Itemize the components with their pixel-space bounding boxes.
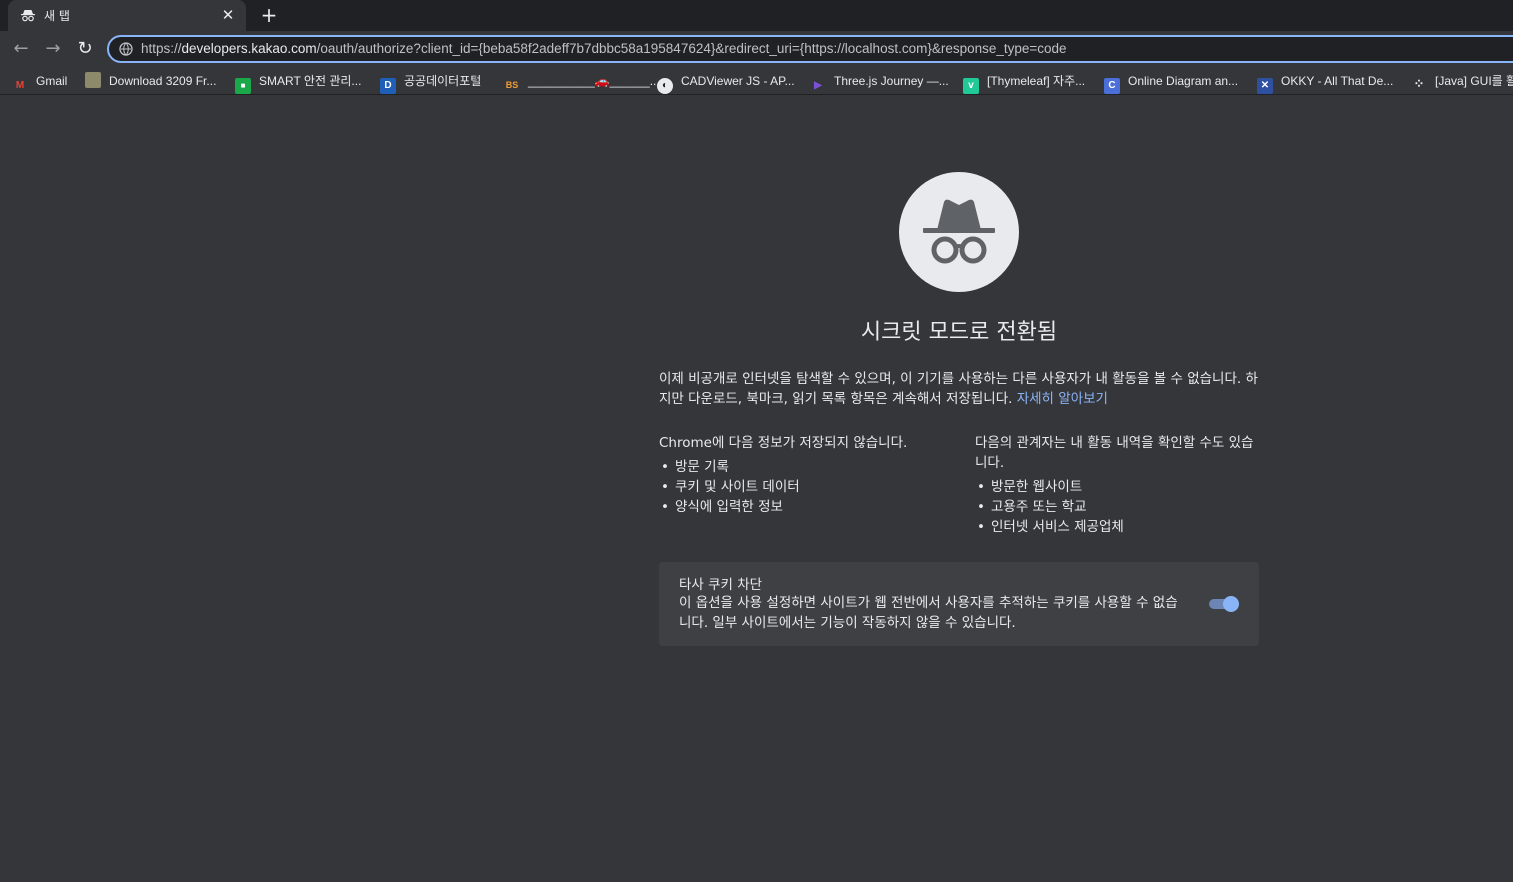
third-party-cookie-card: 타사 쿠키 차단 이 옵션을 사용 설정하면 사이트가 웹 전반에서 사용자를 … — [659, 562, 1259, 646]
java-gui-icon: ⁘ — [1413, 76, 1425, 91]
bookmark-item[interactable]: v [Thymeleaf] 자주... — [963, 72, 1086, 94]
bookmark-item[interactable]: ◐ CADViewer JS - AP... — [657, 72, 795, 94]
bookmark-item[interactable]: ■ SMART 안전 관리... — [235, 72, 362, 94]
url-rest: /oauth/authorize?client_id={beba58f2adef… — [316, 41, 1067, 56]
list-item: 쿠키 및 사이트 데이터 — [659, 477, 949, 497]
bookmark-label: [Thymeleaf] 자주... — [987, 74, 1086, 88]
bookmark-label: OKKY - All That De... — [1281, 74, 1394, 88]
visible-to-section: 다음의 관계자는 내 활동 내역을 확인할 수도 있습니다. 방문한 웹사이트 … — [975, 433, 1265, 537]
velog-icon: v — [963, 78, 979, 94]
incognito-icon — [923, 199, 995, 264]
tab-new-tab[interactable]: 새 탭 ✕ — [8, 0, 246, 31]
incognito-avatar — [899, 172, 1019, 292]
bookmark-label: Online Diagram an... — [1128, 74, 1239, 88]
bookmark-label: SMART 안전 관리... — [259, 74, 362, 88]
block-cookies-toggle[interactable] — [1207, 596, 1239, 612]
list-item: 방문 기록 — [659, 457, 949, 477]
site-info-icon[interactable] — [119, 42, 133, 56]
okky-icon: ✕ — [1257, 78, 1273, 94]
bookmark-item[interactable]: M Gmail — [12, 72, 68, 91]
visible-to-list: 방문한 웹사이트 고용주 또는 학교 인터넷 서비스 제공업체 — [975, 477, 1265, 537]
gmail-icon: M — [15, 80, 25, 91]
url-text: https://developers.kakao.com/oauth/autho… — [141, 41, 1067, 56]
diagram-icon: C — [1104, 78, 1120, 94]
cookie-card-description: 이 옵션을 사용 설정하면 사이트가 웹 전반에서 사용자를 추적하는 쿠키를 … — [679, 595, 1178, 631]
list-item: 인터넷 서비스 제공업체 — [975, 517, 1265, 537]
url-host: developers.kakao.com — [181, 41, 317, 56]
list-item: 양식에 입력한 정보 — [659, 497, 949, 517]
not-saved-list: 방문 기록 쿠키 및 사이트 데이터 양식에 입력한 정보 — [659, 457, 949, 517]
toolbar: ← → ↻ https://developers.kakao.com/oauth… — [0, 31, 1513, 67]
page-title: 시크릿 모드로 전환됨 — [860, 320, 1058, 345]
smart-icon: ■ — [235, 78, 251, 94]
bookmark-item[interactable]: D 공공데이터포털 — [380, 72, 482, 94]
visible-to-heading: 다음의 관계자는 내 활동 내역을 확인할 수도 있습니다. — [975, 435, 1254, 471]
threejs-icon: ▶ — [814, 80, 822, 91]
url-prefix: https:// — [141, 41, 182, 56]
bookmark-label: Three.js Journey —... — [834, 74, 949, 88]
incognito-icon — [21, 10, 35, 22]
address-bar[interactable]: https://developers.kakao.com/oauth/autho… — [107, 35, 1513, 63]
bookmark-label: 공공데이터포털 — [404, 74, 482, 88]
list-item: 고용주 또는 학교 — [975, 497, 1265, 517]
close-icon[interactable]: ✕ — [218, 5, 238, 25]
reload-button[interactable]: ↻ — [72, 37, 98, 61]
intro-body: 이제 비공개로 인터넷을 탐색할 수 있으며, 이 기기를 사용하는 다른 사용… — [659, 371, 1258, 407]
bookmark-item[interactable]: ⁘ [Java] GUI를 활 — [1411, 72, 1513, 91]
bookmark-item[interactable]: Download 3209 Fr... — [85, 72, 216, 90]
tab-strip: 새 탭 ✕ + — [0, 0, 1513, 31]
not-saved-heading: Chrome에 다음 정보가 저장되지 않습니다. — [659, 435, 908, 451]
forward-button[interactable]: → — [40, 37, 66, 61]
bookmark-item[interactable]: BS __________🚗______... — [504, 72, 660, 90]
list-item: 방문한 웹사이트 — [975, 477, 1265, 497]
learn-more-link[interactable]: 자세히 알아보기 — [1017, 391, 1108, 407]
toggle-knob — [1223, 596, 1239, 612]
bookmark-label: CADViewer JS - AP... — [681, 74, 795, 88]
bookmark-label: [Java] GUI를 활 — [1435, 74, 1513, 88]
bookmark-item[interactable]: ▶ Three.js Journey —... — [810, 72, 949, 91]
download-site-icon — [85, 72, 101, 88]
back-button[interactable]: ← — [8, 37, 34, 61]
bs-icon: BS — [505, 80, 519, 90]
not-saved-section: Chrome에 다음 정보가 저장되지 않습니다. 방문 기록 쿠키 및 사이트… — [659, 433, 949, 517]
bookmark-item[interactable]: C Online Diagram an... — [1104, 72, 1239, 94]
intro-text: 이제 비공개로 인터넷을 탐색할 수 있으며, 이 기기를 사용하는 다른 사용… — [659, 369, 1259, 409]
bookmark-item[interactable]: ✕ OKKY - All That De... — [1257, 72, 1394, 94]
bookmark-label: Download 3209 Fr... — [109, 74, 217, 88]
cadviewer-icon: ◐ — [657, 78, 673, 94]
bookmark-label: Gmail — [36, 74, 68, 88]
bookmark-label: __________🚗______... — [528, 74, 660, 88]
tab-title: 새 탭 — [44, 9, 70, 23]
bookmarks-bar: M Gmail Download 3209 Fr... ■ SMART 안전 관리.… — [0, 67, 1513, 95]
data-portal-icon: D — [380, 78, 396, 94]
new-tab-button[interactable]: + — [256, 3, 282, 27]
cookie-card-title: 타사 쿠키 차단 — [679, 577, 763, 593]
